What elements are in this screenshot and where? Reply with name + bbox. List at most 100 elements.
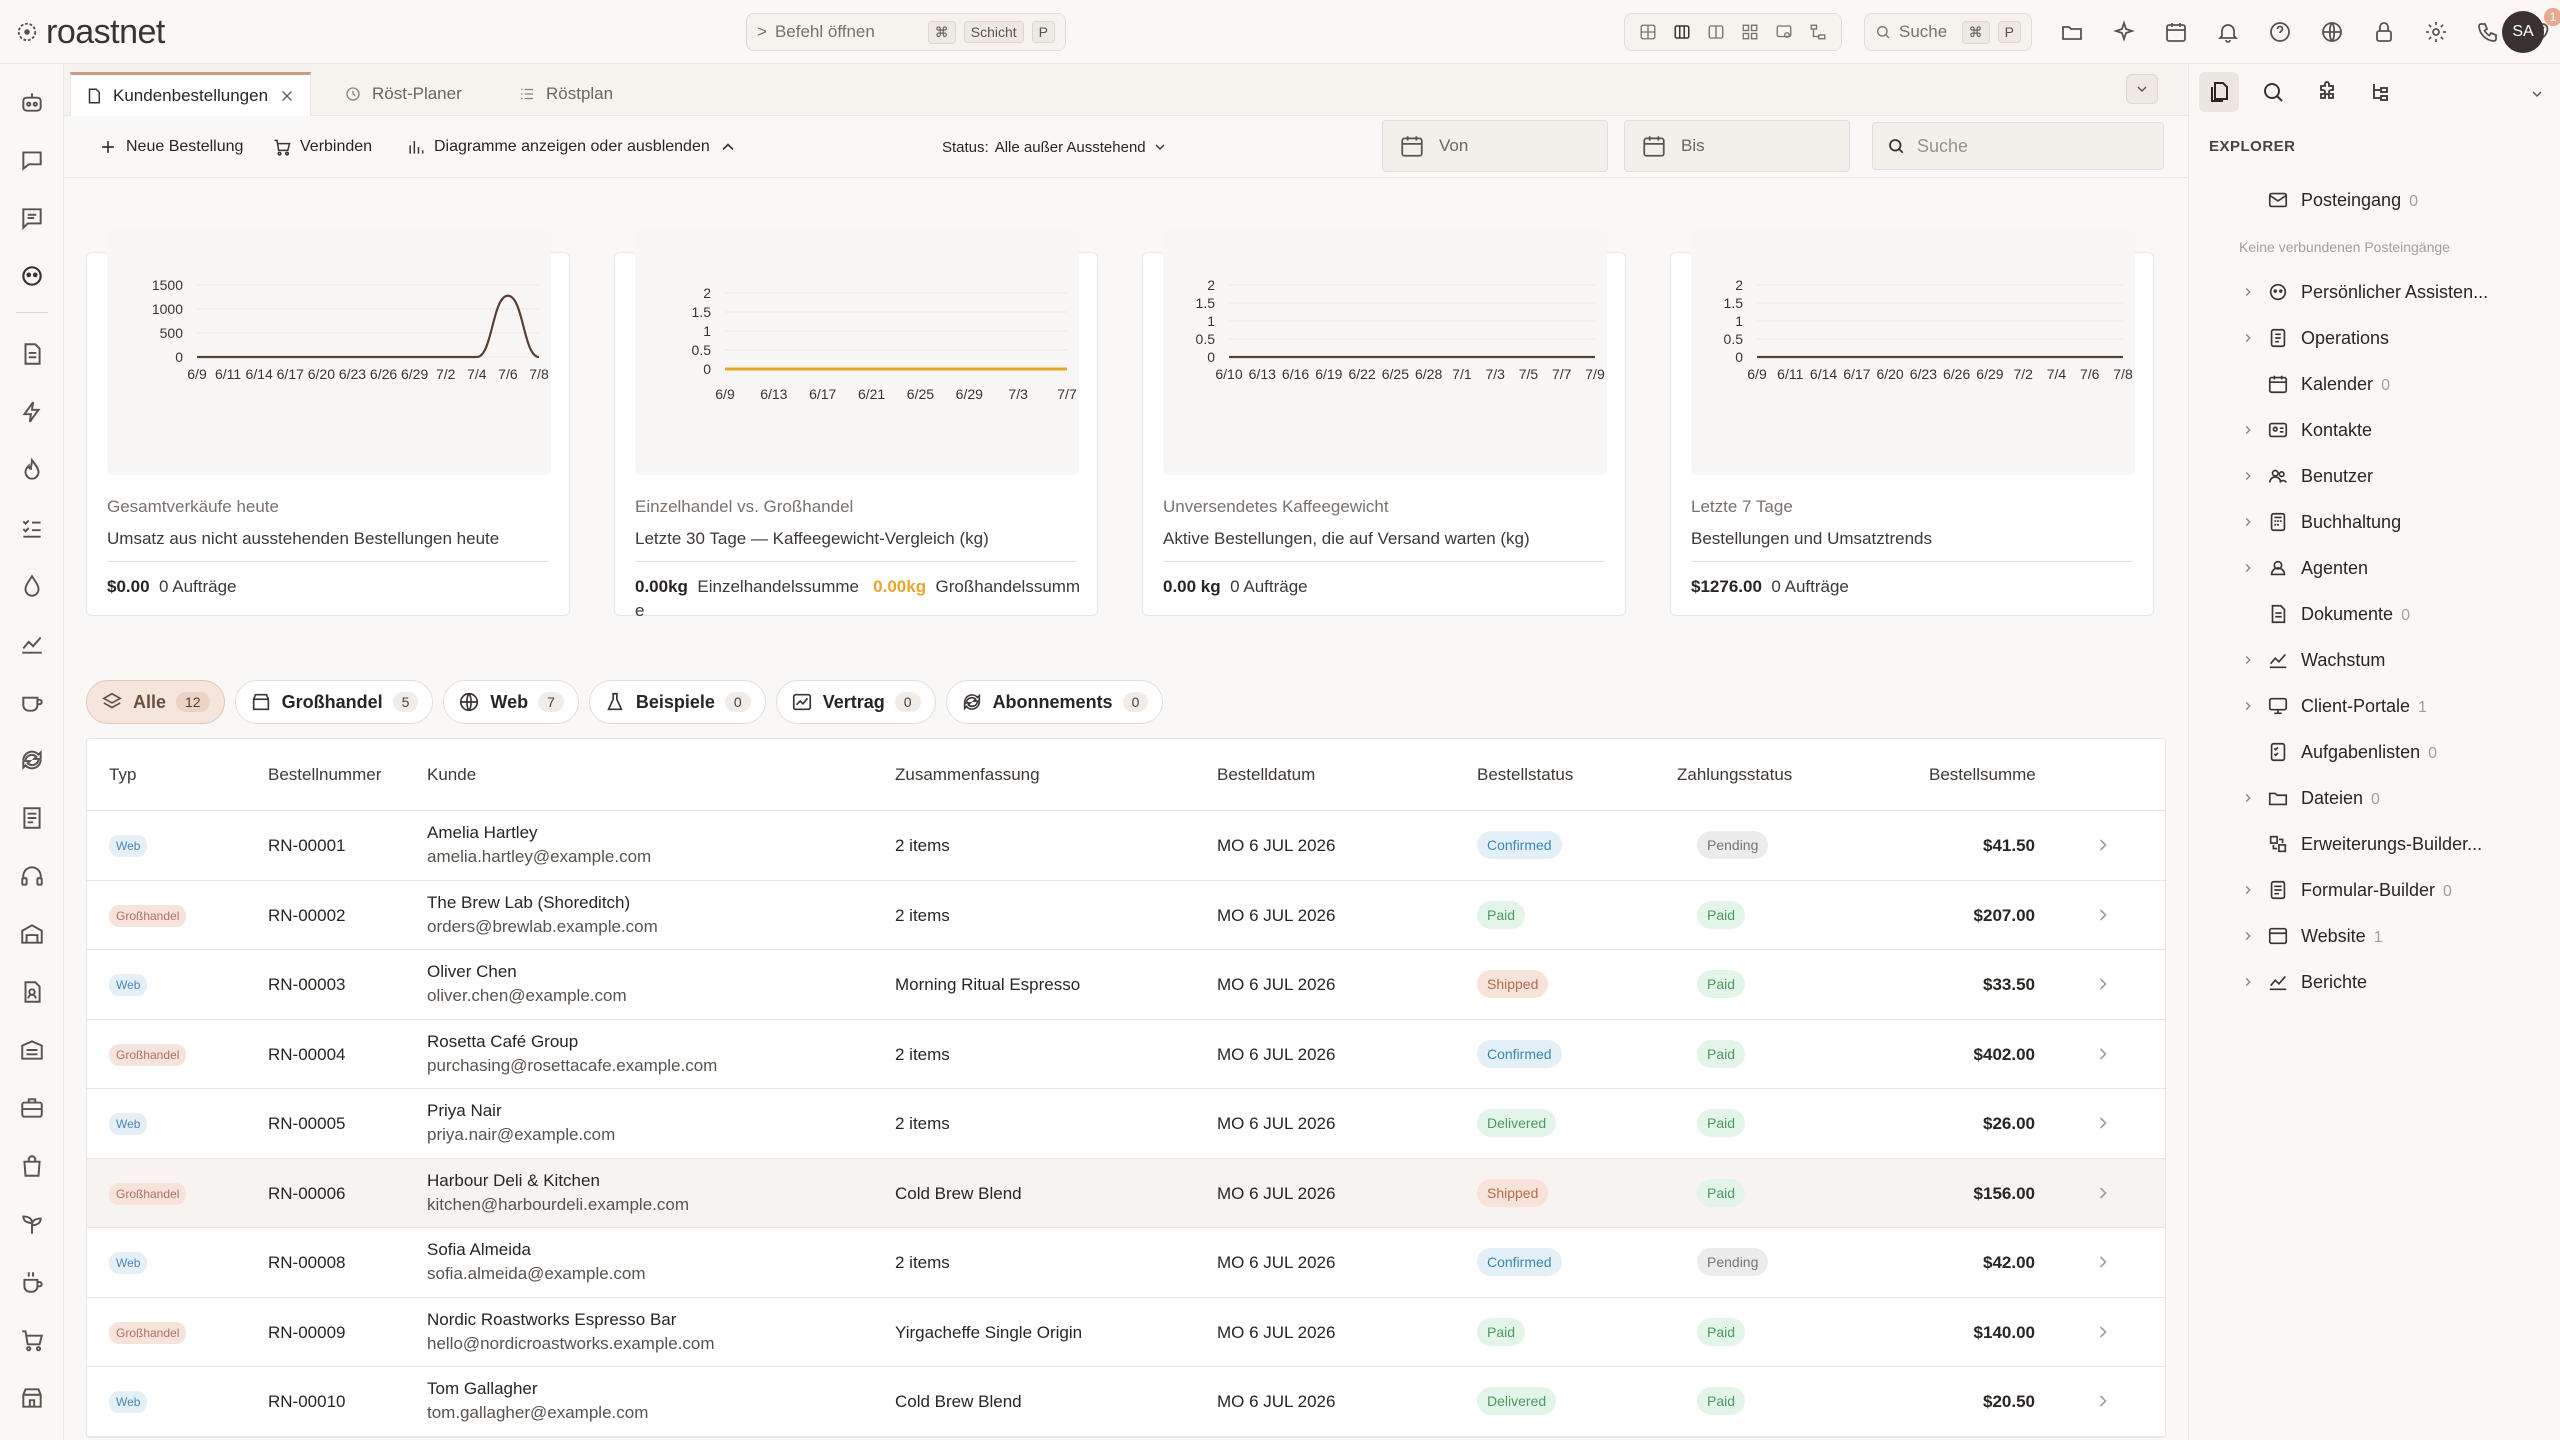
gear-icon[interactable] bbox=[2418, 14, 2454, 50]
explorer-item[interactable]: Agenten bbox=[2189, 550, 2560, 586]
headset-icon[interactable] bbox=[17, 861, 47, 891]
chevron-right-icon[interactable] bbox=[2241, 515, 2255, 529]
tree-icon[interactable] bbox=[2361, 72, 2401, 112]
phone-icon[interactable] bbox=[2470, 14, 2506, 50]
explorer-item[interactable]: Berichte bbox=[2189, 964, 2560, 1000]
orders-search-input[interactable]: Suche bbox=[1872, 122, 2164, 170]
split-layout-icon[interactable] bbox=[1705, 21, 1727, 43]
tab-roest-planer[interactable]: Röst-Planer bbox=[330, 72, 476, 116]
explorer-item[interactable]: Kontakte bbox=[2189, 412, 2560, 448]
explorer-item[interactable]: Dateien 0 bbox=[2189, 780, 2560, 816]
explorer-item[interactable]: Dokumente 0 bbox=[2189, 596, 2560, 632]
chevron-right-icon[interactable] bbox=[2093, 1391, 2113, 1416]
chevron-right-icon[interactable] bbox=[2241, 653, 2255, 667]
explorer-item[interactable]: Formular-Builder 0 bbox=[2189, 872, 2560, 908]
drop-icon[interactable] bbox=[17, 571, 47, 601]
filter-chip-grosshandel[interactable]: Großhandel 5 bbox=[234, 680, 434, 724]
grid-layout-icon[interactable] bbox=[1637, 21, 1659, 43]
tab-dropdown-button[interactable] bbox=[2126, 74, 2158, 104]
filter-chip-beispiele[interactable]: Beispiele 0 bbox=[588, 680, 766, 724]
contact-card-icon[interactable] bbox=[17, 977, 47, 1007]
tiles-layout-icon[interactable] bbox=[1739, 21, 1761, 43]
inventory-icon[interactable] bbox=[17, 919, 47, 949]
chat-bubble-icon[interactable] bbox=[17, 145, 47, 175]
toggle-charts-button[interactable]: Diagramme anzeigen oder ausblenden bbox=[406, 130, 738, 164]
briefcase-icon[interactable] bbox=[17, 1093, 47, 1123]
global-search-button[interactable]: Suche ⌘ P bbox=[1864, 13, 2032, 51]
storefront-icon[interactable] bbox=[17, 1383, 47, 1413]
filter-chip-alle[interactable]: Alle 12 bbox=[86, 680, 225, 724]
column-header-order-number[interactable]: Bestellnummer bbox=[268, 765, 381, 785]
window-search-icon[interactable] bbox=[1773, 21, 1795, 43]
new-order-button[interactable]: Neue Bestellung bbox=[98, 130, 243, 164]
chevron-right-icon[interactable] bbox=[2241, 791, 2255, 805]
chevron-right-icon[interactable] bbox=[2093, 1322, 2113, 1347]
command-palette-button[interactable]: > Befehl öffnen ⌘ Schicht P bbox=[746, 13, 1066, 51]
explorer-item[interactable]: Persönlicher Assisten... bbox=[2189, 274, 2560, 310]
files-icon[interactable] bbox=[2199, 72, 2239, 112]
coffee-cup-icon[interactable] bbox=[17, 687, 47, 717]
chevron-right-icon[interactable] bbox=[2241, 331, 2255, 345]
cart-icon[interactable] bbox=[17, 1325, 47, 1355]
chevron-right-icon[interactable] bbox=[2241, 423, 2255, 437]
flame-icon[interactable] bbox=[17, 455, 47, 485]
explorer-item[interactable]: Kalender 0 bbox=[2189, 366, 2560, 402]
explorer-item[interactable]: Wachstum bbox=[2189, 642, 2560, 678]
explorer-item[interactable]: Erweiterungs-Builder... bbox=[2189, 826, 2560, 862]
status-filter-dropdown[interactable]: Status: Alle außer Ausstehend bbox=[942, 130, 1168, 164]
date-from-field[interactable]: Von bbox=[1382, 120, 1608, 172]
chevron-right-icon[interactable] bbox=[2241, 929, 2255, 943]
lightning-icon[interactable] bbox=[17, 397, 47, 427]
robot-icon[interactable] bbox=[17, 87, 47, 117]
table-row[interactable]: Großhandel RN-00009 Nordic Roastworks Es… bbox=[87, 1298, 2165, 1367]
explorer-item[interactable]: Posteingang 0 bbox=[2189, 182, 2560, 218]
message-list-icon[interactable] bbox=[17, 203, 47, 233]
explorer-item[interactable]: Website 1 bbox=[2189, 918, 2560, 954]
chevron-right-icon[interactable] bbox=[2241, 883, 2255, 897]
chevron-right-icon[interactable] bbox=[2241, 561, 2255, 575]
app-logo[interactable]: roastnet bbox=[16, 10, 165, 54]
chevron-right-icon[interactable] bbox=[2093, 905, 2113, 930]
column-header-order-total[interactable]: Bestellsumme bbox=[1929, 765, 2036, 785]
help-icon[interactable] bbox=[2262, 14, 2298, 50]
table-row[interactable]: Großhandel RN-00002 The Brew Lab (Shored… bbox=[87, 881, 2165, 950]
user-avatar[interactable]: SA bbox=[2502, 11, 2544, 53]
explorer-item[interactable]: Operations bbox=[2189, 320, 2560, 356]
chevron-right-icon[interactable] bbox=[2093, 1252, 2113, 1277]
chevron-right-icon[interactable] bbox=[2093, 974, 2113, 999]
filter-chip-web[interactable]: Web 7 bbox=[443, 680, 579, 724]
warehouse-icon[interactable] bbox=[17, 1035, 47, 1065]
shopping-bag-icon[interactable] bbox=[17, 1151, 47, 1181]
chevron-right-icon[interactable] bbox=[2093, 835, 2113, 860]
explorer-item[interactable]: Buchhaltung bbox=[2189, 504, 2560, 540]
document-icon[interactable] bbox=[17, 339, 47, 369]
column-header-payment-status[interactable]: Zahlungsstatus bbox=[1677, 765, 1792, 785]
sync-icon[interactable] bbox=[17, 745, 47, 775]
chevron-right-icon[interactable] bbox=[2093, 1183, 2113, 1208]
table-row[interactable]: Web RN-00003 Oliver Chen oliver.chen@exa… bbox=[87, 950, 2165, 1020]
table-row[interactable]: Web RN-00005 Priya Nair priya.nair@examp… bbox=[87, 1089, 2165, 1159]
chevron-right-icon[interactable] bbox=[2241, 469, 2255, 483]
column-header-customer[interactable]: Kunde bbox=[427, 765, 476, 785]
column-header-type[interactable]: Typ bbox=[109, 765, 136, 785]
chevron-down-icon[interactable] bbox=[2529, 86, 2545, 102]
tab-kundenbestellungen[interactable]: Kundenbestellungen bbox=[70, 72, 312, 116]
hierarchy-icon[interactable] bbox=[1807, 21, 1829, 43]
hot-drink-icon[interactable] bbox=[17, 1267, 47, 1297]
calendar-check-icon[interactable] bbox=[2158, 14, 2194, 50]
chevron-right-icon[interactable] bbox=[2241, 975, 2255, 989]
assistant-face-icon[interactable] bbox=[17, 261, 47, 291]
chevron-right-icon[interactable] bbox=[2093, 1113, 2113, 1138]
table-row[interactable]: Großhandel RN-00006 Harbour Deli & Kitch… bbox=[87, 1158, 2165, 1228]
lock-icon[interactable] bbox=[2366, 14, 2402, 50]
line-chart-icon[interactable] bbox=[17, 629, 47, 659]
table-row[interactable]: Web RN-00001 Amelia Hartley amelia.hartl… bbox=[87, 811, 2165, 881]
bell-icon[interactable] bbox=[2210, 14, 2246, 50]
explorer-item[interactable]: Aufgabenlisten 0 bbox=[2189, 734, 2560, 770]
columns-layout-icon[interactable] bbox=[1671, 21, 1693, 43]
tab-roestplan[interactable]: Röstplan bbox=[504, 72, 627, 116]
ledger-icon[interactable] bbox=[17, 803, 47, 833]
connect-button[interactable]: Verbinden bbox=[272, 130, 372, 164]
sprout-icon[interactable] bbox=[17, 1209, 47, 1239]
globe-icon[interactable] bbox=[2314, 14, 2350, 50]
